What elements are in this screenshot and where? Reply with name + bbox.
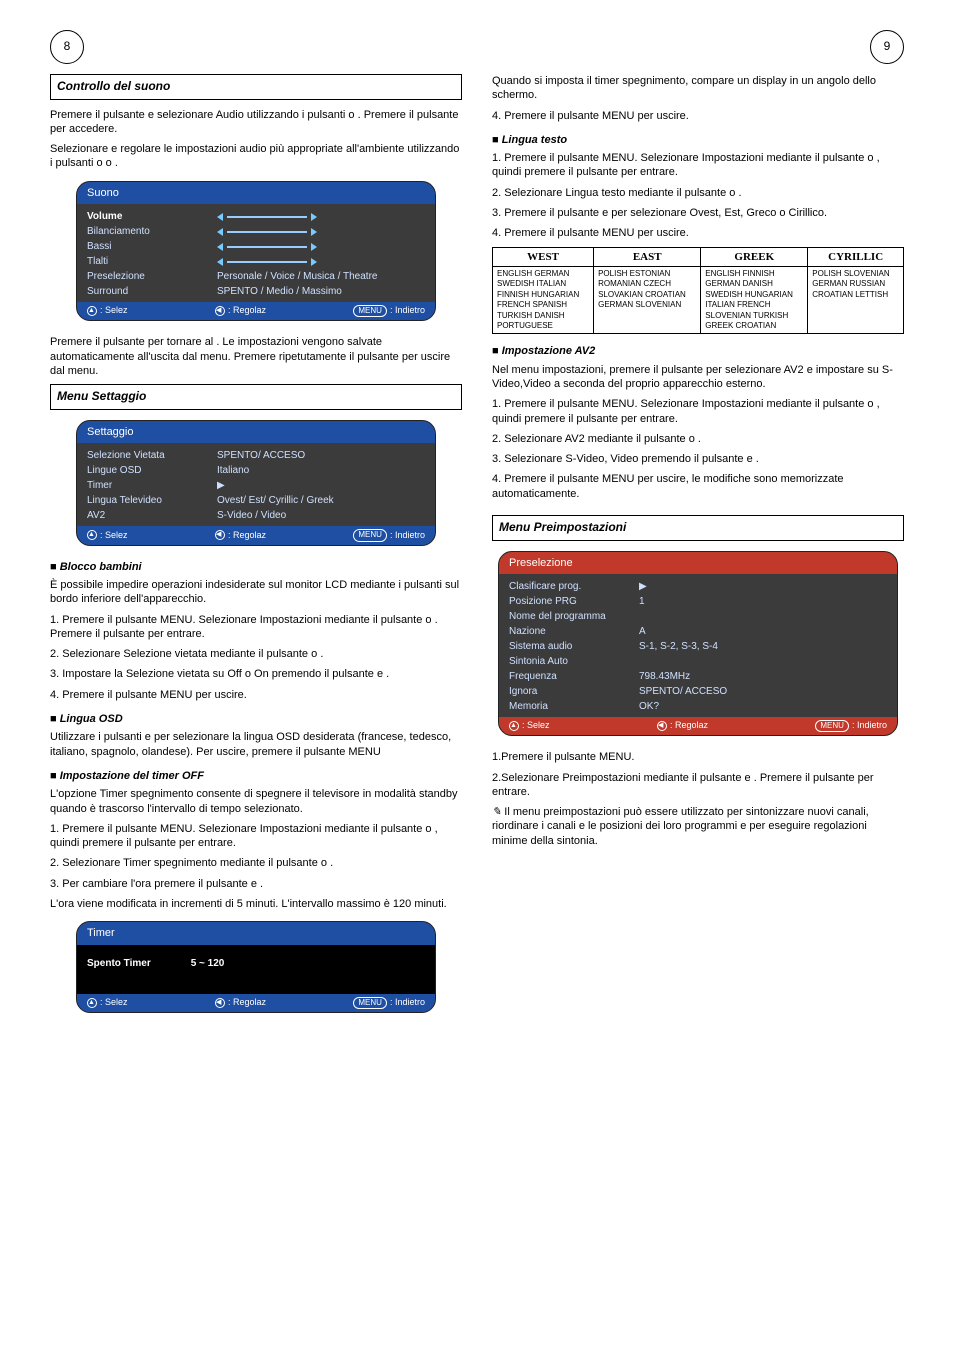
updown-icon: ▲ <box>87 530 97 540</box>
text: 2. Selezionare AV2 mediante il pulsante … <box>492 432 904 446</box>
heading-txtlang: Lingua testo <box>492 133 904 147</box>
page-header: 8 9 <box>50 30 904 64</box>
text: 3. Selezionare S-Video, Video premendo i… <box>492 452 904 466</box>
osd-preset: Preselezione Clasificare prog.▶ Posizion… <box>498 551 898 737</box>
updown-icon: ▲ <box>509 721 519 731</box>
text: Selezionare e regolare le impostazioni a… <box>50 142 462 171</box>
osd-title: Timer <box>77 922 435 944</box>
text: 4. Premere il pulsante MENU per uscire. <box>492 109 904 123</box>
leftright-icon: ◀ <box>215 998 225 1008</box>
updown-icon: ▲ <box>87 306 97 316</box>
language-table: WEST EAST GREEK CYRILLIC ENGLISH GERMAN … <box>492 247 904 335</box>
menu-pill-icon: MENU <box>353 529 387 541</box>
text: 2. Selezionare Lingua testo mediante il … <box>492 186 904 200</box>
osd-title: Suono <box>77 182 435 204</box>
text: 4. Premere il pulsante MENU per uscire. <box>492 226 904 240</box>
osd-sound: Suono Volume Bilanciamento Bassi Tlalti … <box>76 181 436 322</box>
osd-timer: Timer Spento Timer 5 ~ 120 ▲: Selez ◀: R… <box>76 921 436 1013</box>
heading-childlock: Blocco bambini <box>50 560 462 574</box>
page-number-right: 9 <box>870 30 904 64</box>
menu-pill-icon: MENU <box>353 997 387 1009</box>
heading-osdlang: Lingua OSD <box>50 712 462 726</box>
text: Premere il pulsante e selezionare Audio … <box>50 108 462 137</box>
leftright-icon: ◀ <box>657 721 667 731</box>
menu-pill-icon: MENU <box>815 720 849 732</box>
text: L'opzione Timer spegnimento consente di … <box>50 787 462 816</box>
heading-sleep: Impostazione del timer OFF <box>50 769 462 783</box>
osd-title: Settaggio <box>77 421 435 443</box>
text: 4. Premere il pulsante MENU per uscire, … <box>492 472 904 501</box>
text: 1.Premere il pulsante MENU. <box>492 750 904 764</box>
text: 2. Selezionare Timer spegnimento mediant… <box>50 856 462 870</box>
osd-title: Preselezione <box>499 552 897 574</box>
text: ✎ Il menu preimpostazioni può essere uti… <box>492 805 904 848</box>
text: Utilizzare i pulsanti e per selezionare … <box>50 730 462 759</box>
osd-setup: Settaggio Selezione VietataSPENTO/ ACCES… <box>76 420 436 546</box>
section-preset-title: Menu Preimpostazioni <box>492 515 904 541</box>
text: Quando si imposta il timer spegnimento, … <box>492 74 904 103</box>
text: 1. Premere il pulsante MENU. Selezionare… <box>492 397 904 426</box>
text: 2. Selezionare Selezione vietata mediant… <box>50 647 462 661</box>
text: 1. Premere il pulsante MENU. Selezionare… <box>50 822 462 851</box>
section-sound-title: Controllo del suono <box>50 74 462 100</box>
text: 3. Premere il pulsante e per selezionare… <box>492 206 904 220</box>
leftright-icon: ◀ <box>215 306 225 316</box>
right-column: Quando si imposta il timer spegnimento, … <box>492 74 904 1027</box>
section-setup-title: Menu Settaggio <box>50 384 462 410</box>
leftright-icon: ◀ <box>215 530 225 540</box>
text: L'ora viene modificata in incrementi di … <box>50 897 462 911</box>
updown-icon: ▲ <box>87 998 97 1008</box>
text: Nel menu impostazioni, premere il pulsan… <box>492 363 904 392</box>
text: 1. Premere il pulsante MENU. Selezionare… <box>492 151 904 180</box>
text: 4. Premere il pulsante MENU per uscire. <box>50 688 462 702</box>
text: È possibile impedire operazioni indeside… <box>50 578 462 607</box>
text: 1. Premere il pulsante MENU. Selezionare… <box>50 613 462 642</box>
text: 2.Selezionare Preimpostazioni mediante i… <box>492 771 904 800</box>
menu-pill-icon: MENU <box>353 305 387 317</box>
note-icon: ✎ <box>492 806 501 818</box>
text: 3. Impostare la Selezione vietata su Off… <box>50 667 462 681</box>
page-number-left: 8 <box>50 30 84 64</box>
text: 3. Per cambiare l'ora premere il pulsant… <box>50 877 462 891</box>
text: Premere il pulsante per tornare al . Le … <box>50 335 462 378</box>
left-column: Controllo del suono Premere il pulsante … <box>50 74 462 1027</box>
heading-av2: Impostazione AV2 <box>492 344 904 358</box>
